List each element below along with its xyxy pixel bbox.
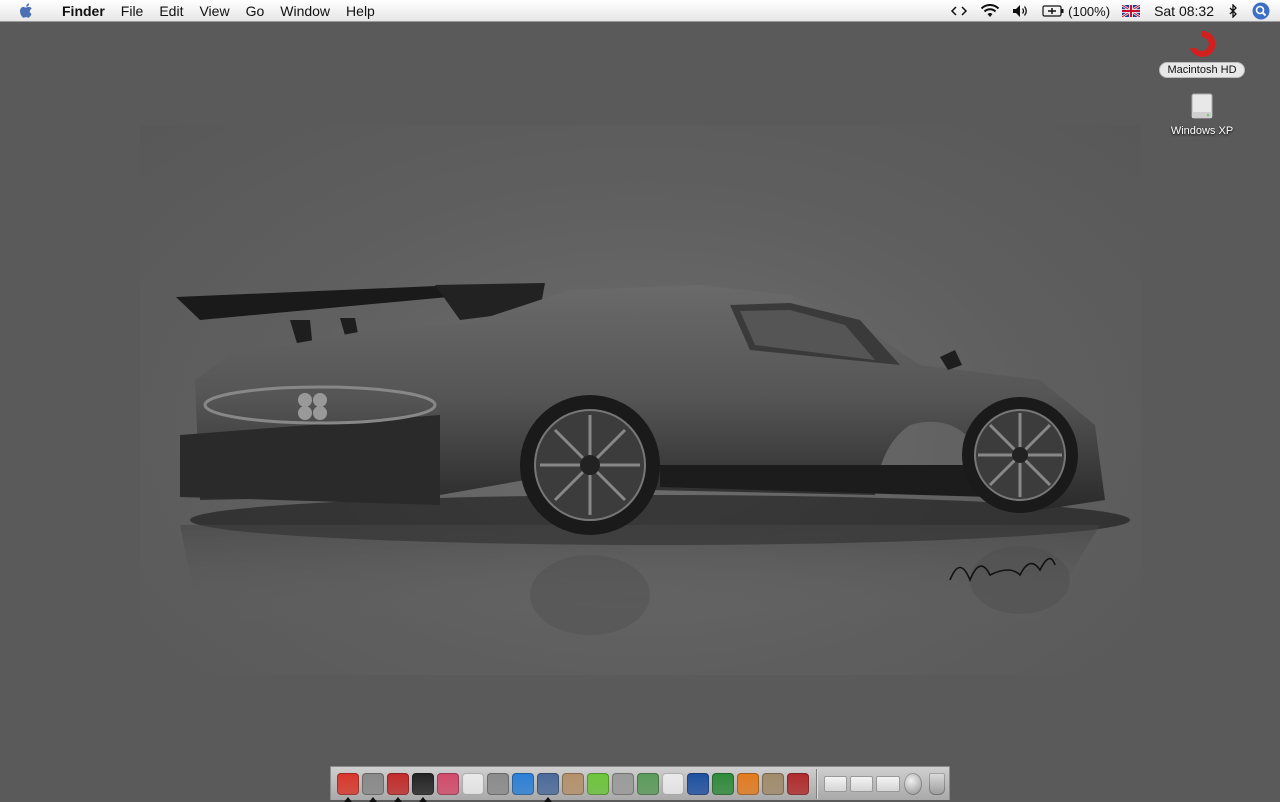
downloads-stack-icon[interactable]: [876, 775, 900, 792]
wifi-icon[interactable]: [974, 0, 1006, 22]
menu-help[interactable]: Help: [338, 0, 383, 22]
script-editor-icon[interactable]: [636, 772, 659, 796]
bluetooth-icon[interactable]: [1222, 0, 1244, 22]
sync-icon[interactable]: [486, 772, 509, 796]
messenger-icon[interactable]: [786, 772, 809, 796]
documents-stack-icon[interactable]: [850, 775, 874, 792]
network-globe-icon[interactable]: [903, 772, 924, 796]
hard-drive-icon: [1191, 93, 1213, 119]
dock-tile: [736, 772, 759, 795]
dock-tile: [686, 772, 709, 795]
code-arrows-icon[interactable]: [944, 0, 974, 22]
dock-tile: [929, 772, 946, 795]
battery-icon: [1042, 5, 1064, 17]
applications-stack-icon[interactable]: [824, 775, 848, 792]
dock-tile: [761, 772, 784, 795]
battery-percent: (100%): [1068, 3, 1111, 19]
desktop-icon-label: Windows XP: [1170, 125, 1234, 137]
dock-separator: [816, 768, 817, 799]
menu-go[interactable]: Go: [238, 0, 273, 22]
spotlight-search-icon[interactable]: [1244, 0, 1280, 22]
running-indicator: [418, 796, 427, 802]
itunes-icon[interactable]: [536, 772, 559, 802]
desktop-wallpaper-car: [140, 125, 1141, 675]
dock-tile: [711, 772, 734, 795]
preview-icon[interactable]: [611, 772, 634, 796]
battery-status[interactable]: (100%): [1036, 0, 1116, 22]
address-book-icon[interactable]: [561, 772, 584, 796]
dock-tile: [486, 772, 509, 795]
dock-tile: [436, 772, 459, 795]
gimp-icon[interactable]: [761, 772, 784, 796]
word-icon[interactable]: [686, 772, 709, 796]
trash-icon[interactable]: [927, 772, 948, 796]
dock-tile: [786, 772, 809, 795]
terminal-icon[interactable]: [411, 772, 434, 802]
running-indicator: [543, 796, 552, 802]
firefox-icon[interactable]: [736, 772, 759, 796]
menu-bar: Finder File Edit View Go Window Help (10…: [0, 0, 1280, 22]
dock-tile: [636, 772, 659, 795]
menu-edit[interactable]: Edit: [151, 0, 191, 22]
menu-clock[interactable]: Sat 08:32: [1146, 0, 1222, 22]
limewire-icon[interactable]: [586, 772, 609, 796]
dock-tile: [386, 772, 409, 795]
menu-file[interactable]: File: [113, 0, 152, 22]
desktop-icon-macintosh-hd[interactable]: Macintosh HD: [1152, 28, 1252, 78]
dock-tile: [611, 772, 634, 795]
running-indicator: [343, 796, 352, 802]
system-preferences-icon[interactable]: [361, 772, 384, 802]
dock-tile: [536, 772, 559, 795]
photo-booth-icon[interactable]: [436, 772, 459, 796]
ical-icon[interactable]: [461, 772, 484, 796]
safari-icon[interactable]: [386, 772, 409, 802]
quicktime-icon[interactable]: [511, 772, 534, 796]
dock-tile: [904, 772, 922, 795]
desktop-icon-label: Macintosh HD: [1159, 62, 1245, 78]
dock-tile: [661, 772, 684, 795]
dock-tile: [511, 772, 534, 795]
uk-flag-icon[interactable]: [1116, 0, 1146, 22]
textedit-icon[interactable]: [661, 772, 684, 796]
running-indicator: [393, 796, 402, 802]
dock-tile: [361, 772, 384, 795]
dock-tile: [461, 772, 484, 795]
dock-tile: [586, 772, 609, 795]
apple-menu-icon[interactable]: [18, 2, 36, 20]
finder-icon[interactable]: [336, 772, 359, 802]
menu-view[interactable]: View: [191, 0, 237, 22]
dock-tile: [411, 772, 434, 795]
dock-tile: [336, 772, 359, 795]
dock-tile: [561, 772, 584, 795]
menu-finder[interactable]: Finder: [54, 0, 113, 22]
menu-window[interactable]: Window: [272, 0, 338, 22]
running-indicator: [368, 796, 377, 802]
utorrent-icon[interactable]: [711, 772, 734, 796]
volume-icon[interactable]: [1006, 0, 1036, 22]
desktop-icon-windows-xp[interactable]: Windows XP: [1152, 92, 1252, 138]
hard-drive-red-icon: [1190, 30, 1216, 57]
dock: [330, 766, 950, 802]
